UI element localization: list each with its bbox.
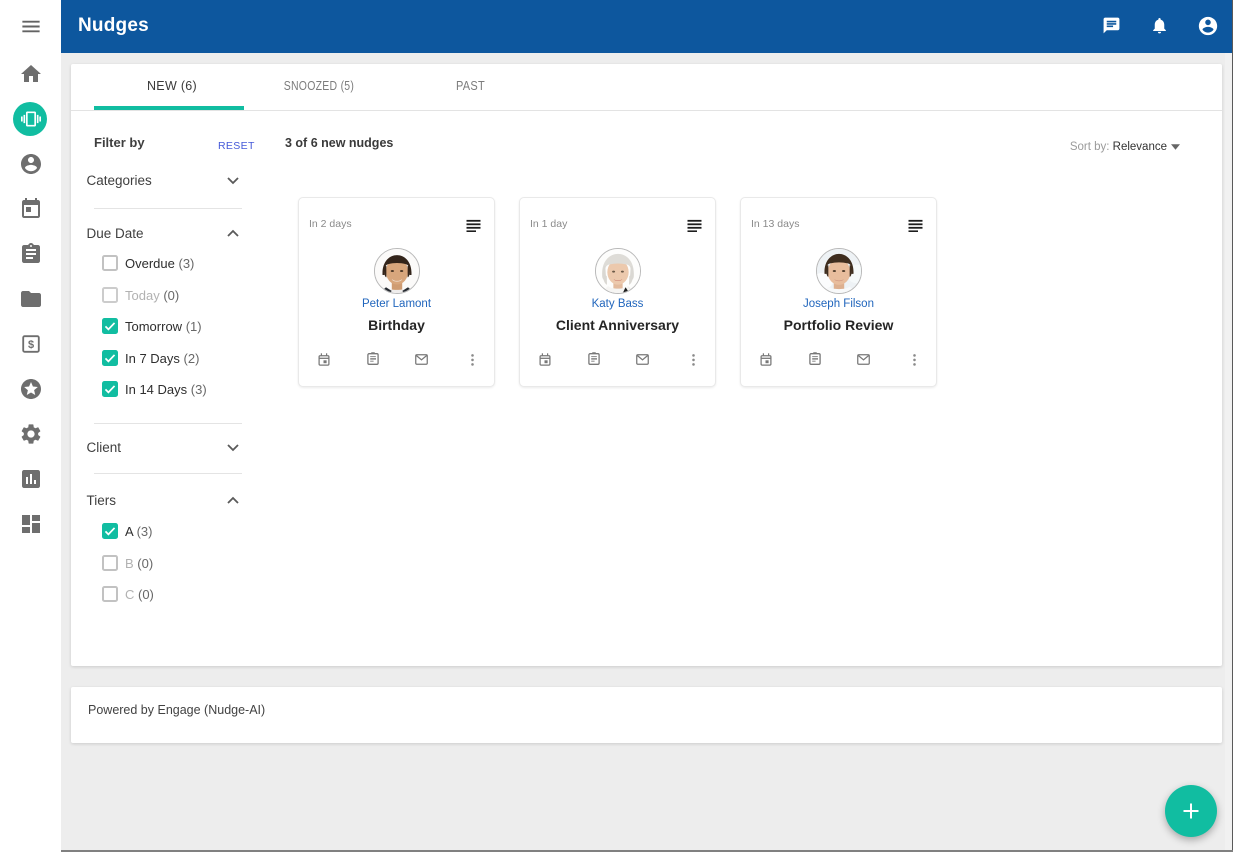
svg-text:$: $ xyxy=(27,339,33,351)
